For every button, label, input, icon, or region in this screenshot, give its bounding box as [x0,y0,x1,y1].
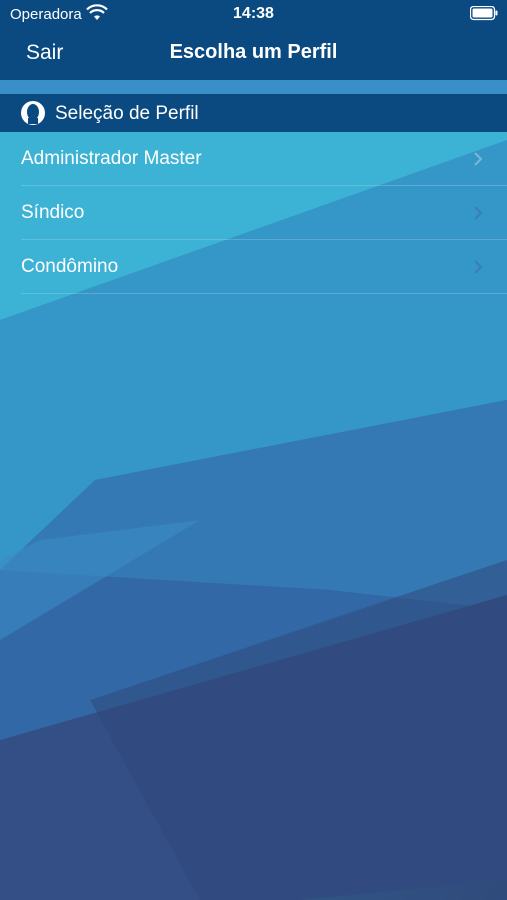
section-header: Seleção de Perfil [0,94,507,132]
divider [21,293,507,294]
navigation-bar: Sair Escolha um Perfil [0,28,507,80]
profile-label: Síndico [21,202,85,223]
user-silhouette-icon [21,101,45,125]
profile-label: Condômino [21,256,119,277]
chevron-right-icon [474,260,483,274]
chevron-right-icon [474,206,483,220]
page-title: Escolha um Perfil [169,41,338,63]
accent-strip [0,80,507,94]
profile-list: Administrador Master Síndico Condômino [0,132,507,294]
status-time: 14:38 [233,5,274,22]
chevron-right-icon [474,152,483,166]
battery-icon [470,6,498,21]
profile-item-condomino[interactable]: Condômino [0,240,507,294]
section-title: Seleção de Perfil [55,103,199,124]
status-bar: Operadora 14:38 [0,0,507,28]
profile-item-sindico[interactable]: Síndico [0,186,507,240]
profile-label: Administrador Master [21,148,202,169]
profile-item-administrador-master[interactable]: Administrador Master [0,132,507,186]
